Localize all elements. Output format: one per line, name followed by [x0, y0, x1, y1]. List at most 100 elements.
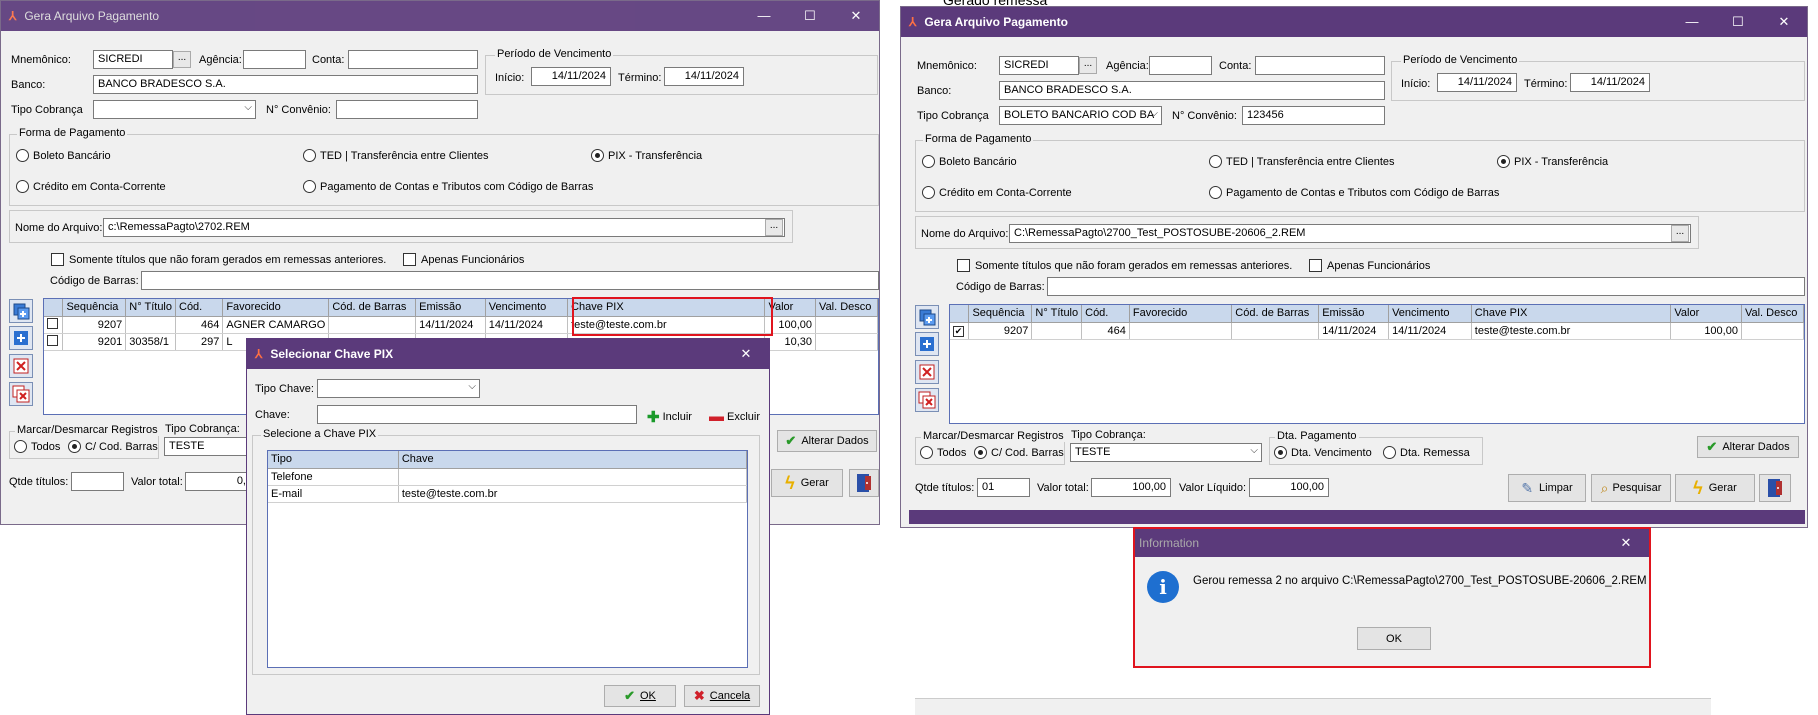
col-val-desco[interactable]: Val. Desco [815, 299, 878, 317]
agencia-field[interactable] [1149, 56, 1212, 75]
pesquisar-button[interactable]: ⌕ Pesquisar [1591, 474, 1671, 502]
col-n-titulo[interactable]: N° Título [1031, 305, 1083, 323]
radio-pix[interactable]: PIX - Transferência [1497, 155, 1608, 168]
qtde-titulos-field[interactable]: 01 [977, 478, 1030, 497]
qtde-titulos-field[interactable] [71, 472, 124, 491]
radio-cod-barras[interactable]: C/ Cod. Barras [974, 446, 1064, 459]
tipo-cobranca-filter-select[interactable]: TESTE [164, 437, 248, 456]
row-checkbox[interactable]: ✔ [950, 322, 970, 340]
mnemonico-lookup-button[interactable]: ... [1079, 57, 1097, 74]
somente-titulos-checkbox[interactable]: Somente títulos que não foram gerados em… [957, 259, 1292, 272]
col-favorecido[interactable]: Favorecido [1129, 305, 1233, 323]
remove-all-icon[interactable] [9, 382, 33, 406]
codigo-barras-field[interactable] [1047, 277, 1805, 296]
termino-date-field[interactable]: 14/11/2024 [664, 67, 744, 86]
radio-boleto-bancario[interactable]: Boleto Bancário [922, 155, 1017, 168]
tipo-cobranca-select[interactable]: BOLETO BANCARIO COD BA ⌵ [999, 106, 1162, 125]
radio-pix[interactable]: PIX - Transferência [591, 149, 702, 162]
mnemonico-field[interactable]: SICREDI [999, 56, 1079, 75]
col-cod-barras[interactable]: Cód. de Barras [328, 299, 417, 317]
radio-pagamento-contas[interactable]: Pagamento de Contas e Tributos com Códig… [303, 180, 593, 193]
ok-button[interactable]: OK [1357, 627, 1431, 650]
chave-field[interactable] [317, 405, 637, 424]
apenas-funcionarios-checkbox[interactable]: Apenas Funcionários [1309, 259, 1430, 272]
incluir-button[interactable]: ✚ Incluir [647, 408, 692, 426]
radio-cod-barras[interactable]: C/ Cod. Barras [68, 440, 158, 453]
col-n-titulo[interactable]: N° Título [125, 299, 176, 317]
valor-total-field[interactable]: 0, [185, 472, 251, 491]
col-emissao[interactable]: Emissão [415, 299, 486, 317]
conta-field[interactable] [348, 50, 478, 69]
nome-arquivo-field[interactable]: C:\RemessaPagto\2700_Test_POSTOSUBE-2060… [1009, 224, 1691, 243]
col-vencimento[interactable]: Vencimento [1388, 305, 1472, 323]
row-checkbox[interactable] [44, 316, 64, 334]
nome-arquivo-browse-button[interactable]: ... [765, 219, 783, 236]
radio-dta-remessa[interactable]: Dta. Remessa [1383, 446, 1470, 459]
exit-door-button[interactable] [849, 469, 879, 497]
minimize-icon[interactable]: — [1669, 7, 1715, 37]
codigo-barras-field[interactable] [141, 271, 879, 290]
agencia-field[interactable] [243, 50, 306, 69]
col-cod-barras[interactable]: Cód. de Barras [1231, 305, 1320, 323]
banco-field[interactable]: BANCO BRADESCO S.A. [999, 81, 1385, 100]
cancelar-button[interactable]: ✖ Cancela [684, 685, 760, 707]
col-val-desco[interactable]: Val. Desco [1741, 305, 1804, 323]
valor-total-field[interactable]: 100,00 [1091, 478, 1171, 497]
excluir-button[interactable]: ▬ Excluir [709, 408, 760, 425]
radio-pagamento-contas[interactable]: Pagamento de Contas e Tributos com Códig… [1209, 186, 1499, 199]
limpar-button[interactable]: ✎ Limpar [1508, 474, 1586, 502]
ok-button[interactable]: ✔ OK [604, 685, 676, 707]
tipo-cobranca-filter-select[interactable]: TESTE ⌵ [1070, 443, 1262, 462]
gerar-button[interactable]: ϟ Gerar [1675, 474, 1755, 502]
n-convenio-field[interactable] [336, 100, 478, 119]
close-icon[interactable]: ✕ [1603, 529, 1649, 557]
apenas-funcionarios-checkbox[interactable]: Apenas Funcionários [403, 253, 524, 266]
col-chave[interactable]: Chave [398, 451, 747, 469]
alterar-dados-button[interactable]: ✔ Alterar Dados [1697, 436, 1799, 458]
mnemonico-lookup-button[interactable]: ... [173, 51, 191, 68]
conta-field[interactable] [1255, 56, 1385, 75]
col-emissao[interactable]: Emissão [1318, 305, 1390, 323]
col-favorecido[interactable]: Favorecido [222, 299, 330, 317]
radio-credito-conta[interactable]: Crédito em Conta-Corrente [16, 180, 166, 193]
radio-todos[interactable]: Todos [920, 446, 966, 459]
banco-field[interactable]: BANCO BRADESCO S.A. [93, 75, 478, 94]
n-convenio-field[interactable]: 123456 [1242, 106, 1385, 125]
table-row[interactable]: Telefone [268, 468, 747, 486]
tipo-cobranca-select[interactable]: ⌵ [93, 100, 256, 119]
inicio-date-field[interactable]: 14/11/2024 [1437, 73, 1517, 92]
cell-chave-pix[interactable]: teste@teste.com.br [1471, 322, 1672, 340]
nome-arquivo-browse-button[interactable]: ... [1671, 225, 1689, 242]
close-icon[interactable]: ✕ [833, 1, 879, 31]
col-chave-pix[interactable]: Chave PIX [1471, 305, 1672, 323]
col-valor[interactable]: Valor [1670, 305, 1742, 323]
col-tipo[interactable]: Tipo [268, 451, 399, 469]
radio-ted[interactable]: TED | Transferência entre Clientes [1209, 155, 1395, 168]
termino-date-field[interactable]: 14/11/2024 [1570, 73, 1650, 92]
remove-all-icon[interactable] [915, 388, 939, 412]
valor-liquido-field[interactable]: 100,00 [1249, 478, 1329, 497]
alterar-dados-button[interactable]: ✔ Alterar Dados [777, 430, 877, 452]
inicio-date-field[interactable]: 14/11/2024 [531, 67, 611, 86]
radio-credito-conta[interactable]: Crédito em Conta-Corrente [922, 186, 1072, 199]
minimize-icon[interactable]: — [741, 1, 787, 31]
nome-arquivo-field[interactable]: c:\RemessaPagto\2702.REM [103, 218, 785, 237]
col-sequencia[interactable]: Sequência [968, 305, 1033, 323]
mnemonico-field[interactable]: SICREDI [93, 50, 173, 69]
radio-ted[interactable]: TED | Transferência entre Clientes [303, 149, 489, 162]
table-row[interactable]: ✔ 9207 464 14/11/2024 14/11/2024 teste@t… [950, 322, 1804, 340]
close-icon[interactable]: ✕ [723, 339, 769, 369]
row-checkbox[interactable] [44, 333, 64, 351]
add-all-icon[interactable] [9, 299, 33, 323]
col-cod[interactable]: Cód. [1081, 305, 1130, 323]
close-icon[interactable]: ✕ [1761, 7, 1807, 37]
exit-door-button[interactable] [1759, 474, 1791, 502]
maximize-icon[interactable]: ☐ [1715, 7, 1761, 37]
remove-icon[interactable] [9, 354, 33, 378]
radio-todos[interactable]: Todos [14, 440, 60, 453]
tipo-chave-select[interactable]: ⌵ [317, 379, 480, 398]
add-icon[interactable] [9, 326, 33, 350]
somente-titulos-checkbox[interactable]: Somente títulos que não foram gerados em… [51, 253, 386, 266]
remove-icon[interactable] [915, 360, 939, 384]
radio-dta-vencimento[interactable]: Dta. Vencimento [1274, 446, 1372, 459]
